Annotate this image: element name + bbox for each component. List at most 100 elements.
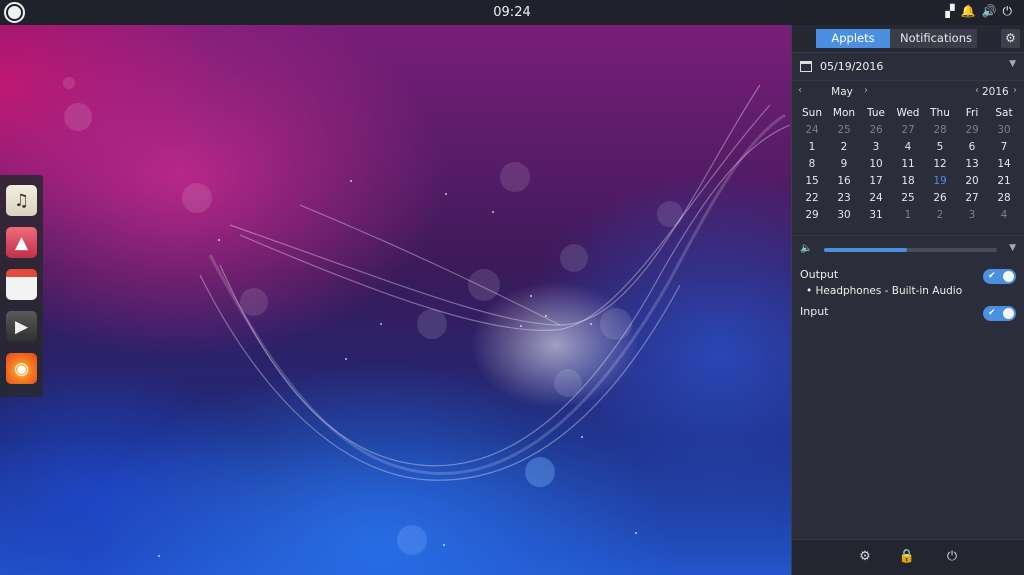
calendar-day[interactable]: 24 [796, 122, 828, 139]
weekday-label: Sun [796, 105, 828, 122]
calendar-day[interactable]: 28 [924, 122, 956, 139]
calendar-week-row: 15161718192021 [796, 173, 1020, 190]
calendar-day[interactable]: 17 [860, 173, 892, 190]
calendar-day[interactable]: 9 [828, 156, 860, 173]
calendar-day[interactable]: 6 [956, 139, 988, 156]
calendar-day[interactable]: 23 [828, 190, 860, 207]
calendar-week-row: 24252627282930 [796, 122, 1020, 139]
calendar-day[interactable]: 15 [796, 173, 828, 190]
calendar-day[interactable]: 28 [988, 190, 1020, 207]
calendar-day[interactable]: 2 [828, 139, 860, 156]
weekday-label: Wed [892, 105, 924, 122]
volume-icon[interactable]: 🔊 [982, 4, 997, 19]
calendar-day[interactable]: 30 [828, 207, 860, 224]
calendar-day[interactable]: 31 [860, 207, 892, 224]
firefox-app-icon[interactable]: ◉ [6, 353, 37, 384]
calendar-day[interactable]: 29 [956, 122, 988, 139]
calendar-widget: ‹ May › ‹ 2016 › SunMonTueWedThuFriSat 2… [792, 81, 1024, 236]
calendar-icon [800, 61, 812, 72]
output-device-item[interactable]: • Headphones - Built-in Audio [806, 285, 962, 297]
notification-bell-icon[interactable]: 🔔 [961, 4, 976, 19]
weekday-label: Sat [988, 105, 1020, 122]
menu-circle-icon [8, 6, 21, 19]
calendar-day[interactable]: 3 [956, 207, 988, 224]
calendar-day[interactable]: 5 [924, 139, 956, 156]
calendar-day[interactable]: 12 [924, 156, 956, 173]
budgie-menu-button[interactable] [4, 2, 25, 23]
calendar-day[interactable]: 26 [860, 122, 892, 139]
next-month-icon[interactable]: › [864, 85, 868, 96]
calendar-day[interactable]: 27 [956, 190, 988, 207]
sound-expand-chevron-icon[interactable]: ▼ [1009, 243, 1016, 253]
sound-applet: 🔈 ▼ Output ✔ • Headphones - Built-in Aud… [792, 236, 1024, 346]
output-toggle[interactable]: ✔ [983, 269, 1016, 284]
prev-year-icon[interactable]: ‹ [975, 85, 979, 96]
calendar-day[interactable]: 1 [892, 207, 924, 224]
calendar-day[interactable]: 29 [796, 207, 828, 224]
raven-settings-gear-icon[interactable]: ⚙ [1001, 29, 1020, 48]
dock: ♫ ▲ ▶ ◉ [0, 175, 43, 397]
raven-footer: ⚙ 🔒 ⏻ [792, 539, 1024, 575]
music-app-icon[interactable]: ♫ [6, 185, 37, 216]
calendar-day[interactable]: 26 [924, 190, 956, 207]
prev-month-icon[interactable]: ‹ [798, 85, 802, 96]
calendar-day[interactable]: 22 [796, 190, 828, 207]
weekday-label: Fri [956, 105, 988, 122]
input-toggle[interactable]: ✔ [983, 306, 1016, 321]
power-icon[interactable]: ⏻ [1003, 4, 1013, 19]
calendar-day[interactable]: 11 [892, 156, 924, 173]
system-settings-gear-icon[interactable]: ⚙ [856, 549, 874, 564]
calendar-day[interactable]: 16 [828, 173, 860, 190]
year-label: 2016 [982, 86, 1009, 98]
check-icon: ✔ [988, 269, 996, 284]
raven-header: Applets Notifications ⚙ [792, 25, 1024, 53]
top-panel: 09:24 ▞ 🔔 🔊 ⏻ [0, 0, 1024, 25]
weekday-header: SunMonTueWedThuFriSat [796, 105, 1020, 122]
calendar-day[interactable]: 14 [988, 156, 1020, 173]
input-label: Input [800, 305, 828, 318]
calendar-week-row: 22232425262728 [796, 190, 1020, 207]
month-label: May [822, 86, 862, 98]
weekday-label: Mon [828, 105, 860, 122]
weekday-label: Thu [924, 105, 956, 122]
calendar-day[interactable]: 20 [956, 173, 988, 190]
calendar-day[interactable]: 13 [956, 156, 988, 173]
calendar-day[interactable]: 25 [828, 122, 860, 139]
power-icon[interactable]: ⏻ [943, 549, 961, 564]
current-date: 05/19/2016 [820, 60, 883, 73]
tab-notifications[interactable]: Notifications [890, 29, 977, 48]
calendar-day[interactable]: 18 [892, 173, 924, 190]
calendar-day[interactable]: 4 [988, 207, 1020, 224]
lock-icon[interactable]: 🔒 [898, 549, 916, 564]
calendar-day[interactable]: 24 [860, 190, 892, 207]
calendar-expand-chevron-icon[interactable]: ▼ [1009, 59, 1016, 69]
calendar-day[interactable]: 4 [892, 139, 924, 156]
desktop-wallpaper[interactable] [0, 25, 791, 575]
calendar-day[interactable]: 3 [860, 139, 892, 156]
output-label: Output [800, 268, 838, 281]
check-icon: ✔ [988, 306, 996, 321]
calendar-day[interactable]: 1 [796, 139, 828, 156]
calendar-day[interactable]: 19 [924, 173, 956, 190]
tab-applets[interactable]: Applets [816, 29, 890, 48]
calendar-app-icon[interactable] [6, 269, 37, 300]
calendar-day[interactable]: 27 [892, 122, 924, 139]
calendar-day[interactable]: 25 [892, 190, 924, 207]
clock[interactable]: 09:24 [0, 5, 1024, 20]
volume-slider-fill [824, 248, 907, 252]
calendar-day[interactable]: 7 [988, 139, 1020, 156]
volume-slider[interactable] [824, 248, 997, 252]
calendar-day[interactable]: 2 [924, 207, 956, 224]
video-player-app-icon[interactable]: ▶ [6, 311, 37, 342]
raven-tabs: Applets Notifications [816, 29, 977, 48]
network-icon[interactable]: ▞ [945, 4, 954, 19]
calendar-day[interactable]: 8 [796, 156, 828, 173]
next-year-icon[interactable]: › [1013, 85, 1017, 96]
calendar-day[interactable]: 30 [988, 122, 1020, 139]
calendar-day[interactable]: 10 [860, 156, 892, 173]
calendar-date-header[interactable]: 05/19/2016 ▼ [792, 53, 1024, 81]
speaker-icon[interactable]: 🔈 [800, 243, 812, 254]
raven-sidebar: Applets Notifications ⚙ 05/19/2016 ▼ ‹ M… [791, 25, 1024, 575]
calendar-day[interactable]: 21 [988, 173, 1020, 190]
photos-app-icon[interactable]: ▲ [6, 227, 37, 258]
